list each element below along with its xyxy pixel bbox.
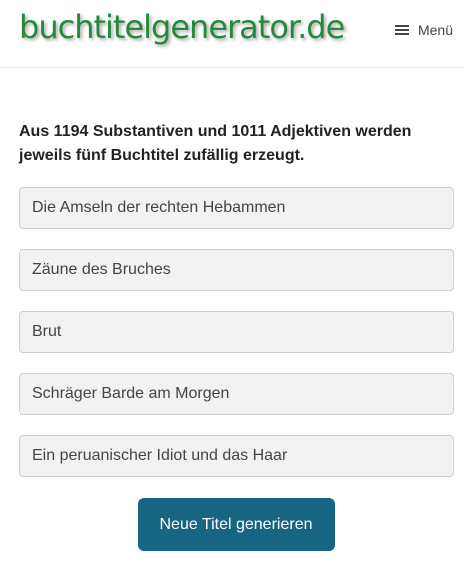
site-header: buchtitelgenerator.de Menü [0,0,465,68]
title-list: Die Amseln der rechten Hebammen Zäune de… [19,187,454,497]
menu-button[interactable]: Menü [394,22,453,38]
book-title-field[interactable]: Schräger Barde am Morgen [19,373,454,415]
intro-text: Aus 1194 Substantiven und 1011 Adjektive… [19,123,412,164]
site-logo[interactable]: buchtitelgenerator.de [19,8,345,46]
book-title-field[interactable]: Die Amseln der rechten Hebammen [19,187,454,229]
book-title-field[interactable]: Ein peruanischer Idiot und das Haar [19,435,454,477]
button-container: Neue Titel generieren [0,498,465,551]
book-title-field[interactable]: Brut [19,311,454,353]
hamburger-icon [394,24,409,36]
generate-titles-button[interactable]: Neue Titel generieren [137,498,335,551]
menu-label: Menü [417,22,453,38]
book-title-field[interactable]: Zäune des Bruches [19,249,454,291]
